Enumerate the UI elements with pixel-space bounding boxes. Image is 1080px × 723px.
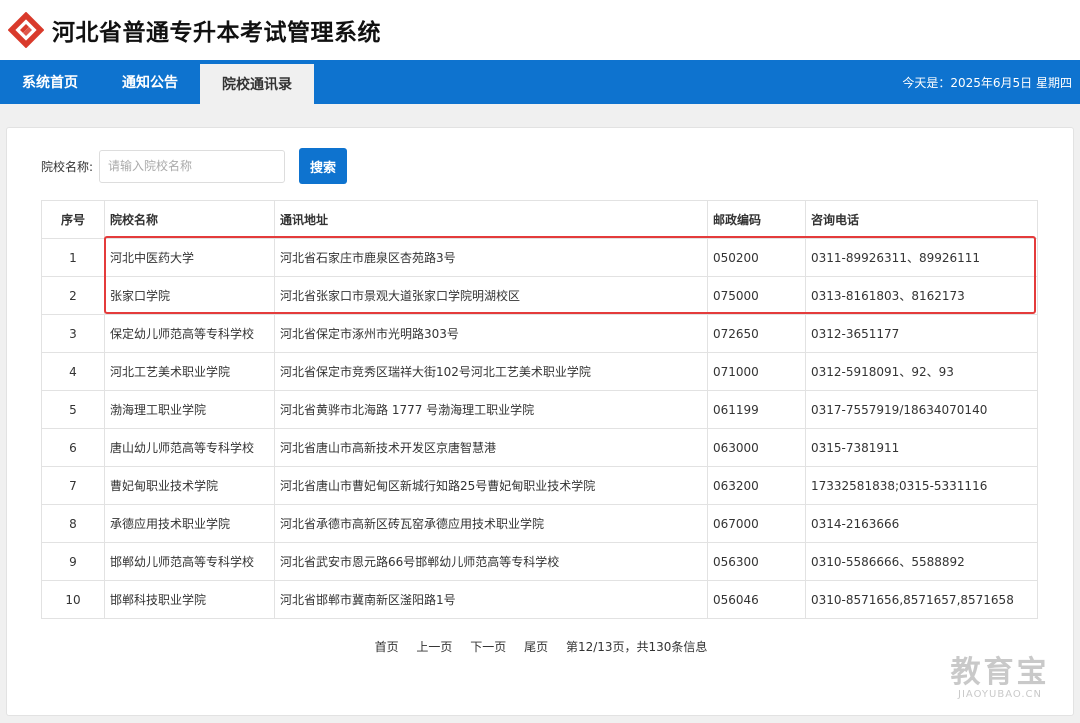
table-header-row: 序号 院校名称 通讯地址 邮政编码 咨询电话 xyxy=(41,200,1038,239)
table-row: 4 河北工艺美术职业学院 河北省保定市竞秀区瑞祥大街102号河北工艺美术职业学院 07… xyxy=(41,352,1038,391)
cell-address: 河北省邯郸市冀南新区滏阳路1号 xyxy=(274,580,708,619)
cell-phone: 17332581838;0315-5331116 xyxy=(805,466,1038,505)
cell-zip: 067000 xyxy=(707,504,806,543)
cell-index: 8 xyxy=(41,504,105,543)
cell-school-name: 承德应用技术职业学院 xyxy=(104,504,275,543)
school-name-input[interactable] xyxy=(99,149,286,183)
cell-phone: 0315-7381911 xyxy=(805,428,1038,467)
cell-phone: 0314-2163666 xyxy=(805,504,1038,543)
cell-address: 河北省承德市高新区砖瓦窑承德应用技术职业学院 xyxy=(274,504,708,543)
cell-phone: 0312-5918091、92、93 xyxy=(805,352,1038,391)
cell-phone: 0310-8571656,8571657,8571658 xyxy=(805,580,1038,619)
cell-zip: 063000 xyxy=(707,428,806,467)
search-button[interactable]: 搜索 xyxy=(299,148,348,184)
table-row: 2 张家口学院 河北省张家口市景观大道张家口学院明湖校区 075000 0313-816… xyxy=(41,276,1038,315)
pager-prev[interactable]: 上一页 xyxy=(416,640,452,654)
cell-school-name: 渤海理工职业学院 xyxy=(104,390,275,429)
cell-index: 7 xyxy=(41,466,105,505)
table-row: 5 渤海理工职业学院 河北省黄骅市北海路 1777 号渤海理工职业学院 061199 0… xyxy=(41,390,1038,429)
cell-phone: 0310-5586666、5588892 xyxy=(805,542,1038,581)
search-bar: 院校名称: 搜索 xyxy=(41,148,348,184)
cell-index: 1 xyxy=(41,238,105,277)
col-header-address: 通讯地址 xyxy=(274,200,708,239)
cell-address: 河北省保定市竞秀区瑞祥大街102号河北工艺美术职业学院 xyxy=(274,352,708,391)
site-title: 河北省普通专升本考试管理系统 xyxy=(52,20,381,46)
cell-school-name: 邯郸幼儿师范高等专科学校 xyxy=(104,542,275,581)
cell-address: 河北省黄骅市北海路 1777 号渤海理工职业学院 xyxy=(274,390,708,429)
table-row: 1 河北中医药大学 河北省石家庄市鹿泉区杏苑路3号 050200 0311-899263… xyxy=(41,238,1038,277)
main-nav: 系统首页 通知公告 院校通讯录 今天是：2025年6月5日 星期四 xyxy=(0,60,1080,104)
cell-school-name: 曹妃甸职业技术学院 xyxy=(104,466,275,505)
pager-last[interactable]: 尾页 xyxy=(524,640,548,654)
table-row: 7 曹妃甸职业技术学院 河北省唐山市曹妃甸区新城行知路25号曹妃甸职业技术学院 063… xyxy=(41,466,1038,505)
content-panel: 院校名称: 搜索 序号 院校名称 通讯地址 邮政编码 咨询电话 1河北中医药大学… xyxy=(6,127,1074,716)
cell-zip: 056300 xyxy=(707,542,806,581)
cell-school-name: 张家口学院 xyxy=(104,276,275,315)
cell-zip: 063200 xyxy=(707,466,806,505)
cell-school-name: 河北中医药大学 xyxy=(104,238,275,277)
table-row: 9 邯郸幼儿师范高等专科学校 河北省武安市恩元路66号邯郸幼儿师范高等专科学校 056… xyxy=(41,542,1038,581)
nav-item-directory[interactable]: 院校通讯录 xyxy=(200,64,314,104)
school-directory-table: 序号 院校名称 通讯地址 邮政编码 咨询电话 1 河北中医药大学 河北省石家庄市鹿泉… xyxy=(41,200,1038,619)
cell-index: 6 xyxy=(41,428,105,467)
table-row: 10 邯郸科技职业学院 河北省邯郸市冀南新区滏阳路1号 056046 0310-8571… xyxy=(41,580,1038,619)
col-header-name: 院校名称 xyxy=(104,200,275,239)
cell-zip: 061199 xyxy=(707,390,806,429)
cell-zip: 075000 xyxy=(707,276,806,315)
cell-zip: 071000 xyxy=(707,352,806,391)
cell-phone: 0317-7557919/18634070140 xyxy=(805,390,1038,429)
cell-index: 2 xyxy=(41,276,105,315)
cell-index: 5 xyxy=(41,390,105,429)
cell-address: 河北省唐山市高新技术开发区京唐智慧港 xyxy=(274,428,708,467)
nav-item-notices[interactable]: 通知公告 xyxy=(100,60,200,104)
cell-index: 9 xyxy=(41,542,105,581)
today-date: 今天是：2025年6月5日 星期四 xyxy=(902,75,1072,90)
cell-school-name: 邯郸科技职业学院 xyxy=(104,580,275,619)
cell-zip: 056046 xyxy=(707,580,806,619)
cell-school-name: 河北工艺美术职业学院 xyxy=(104,352,275,391)
col-header-index: 序号 xyxy=(41,200,105,239)
logo-icon xyxy=(8,12,44,48)
cell-address: 河北省武安市恩元路66号邯郸幼儿师范高等专科学校 xyxy=(274,542,708,581)
table-body: 1 河北中医药大学 河北省石家庄市鹿泉区杏苑路3号 050200 0311-899263… xyxy=(41,238,1038,619)
col-header-zip: 邮政编码 xyxy=(707,200,806,239)
cell-school-name: 唐山幼儿师范高等专科学校 xyxy=(104,428,275,467)
cell-phone: 0313-8161803、8162173 xyxy=(805,276,1038,315)
search-label: 院校名称: xyxy=(41,159,94,174)
table-row: 8 承德应用技术职业学院 河北省承德市高新区砖瓦窑承德应用技术职业学院 067000 0… xyxy=(41,504,1038,543)
cell-phone: 0312-3651177 xyxy=(805,314,1038,353)
cell-index: 3 xyxy=(41,314,105,353)
cell-index: 4 xyxy=(41,352,105,391)
table-row: 3 保定幼儿师范高等专科学校 河北省保定市涿州市光明路303号 072650 0312-… xyxy=(41,314,1038,353)
cell-address: 河北省保定市涿州市光明路303号 xyxy=(274,314,708,353)
cell-zip: 072650 xyxy=(707,314,806,353)
cell-address: 河北省张家口市景观大道张家口学院明湖校区 xyxy=(274,276,708,315)
cell-zip: 050200 xyxy=(707,238,806,277)
table-row: 6 唐山幼儿师范高等专科学校 河北省唐山市高新技术开发区京唐智慧港 063000 031… xyxy=(41,428,1038,467)
col-header-phone: 咨询电话 xyxy=(805,200,1038,239)
site-header: 河北省普通专升本考试管理系统 xyxy=(0,0,1080,60)
nav-item-home[interactable]: 系统首页 xyxy=(0,60,100,104)
pager-info: 第12/13页，共130条信息 xyxy=(565,640,708,654)
cell-address: 河北省石家庄市鹿泉区杏苑路3号 xyxy=(274,238,708,277)
pager-first[interactable]: 首页 xyxy=(375,640,399,654)
cell-index: 10 xyxy=(41,580,105,619)
pager-next[interactable]: 下一页 xyxy=(470,640,506,654)
cell-address: 河北省唐山市曹妃甸区新城行知路25号曹妃甸职业技术学院 xyxy=(274,466,708,505)
cell-phone: 0311-89926311、89926111 xyxy=(805,238,1038,277)
cell-school-name: 保定幼儿师范高等专科学校 xyxy=(104,314,275,353)
pagination: 首页 上一页 下一页 尾页 第12/13页，共130条信息 xyxy=(7,638,1075,655)
